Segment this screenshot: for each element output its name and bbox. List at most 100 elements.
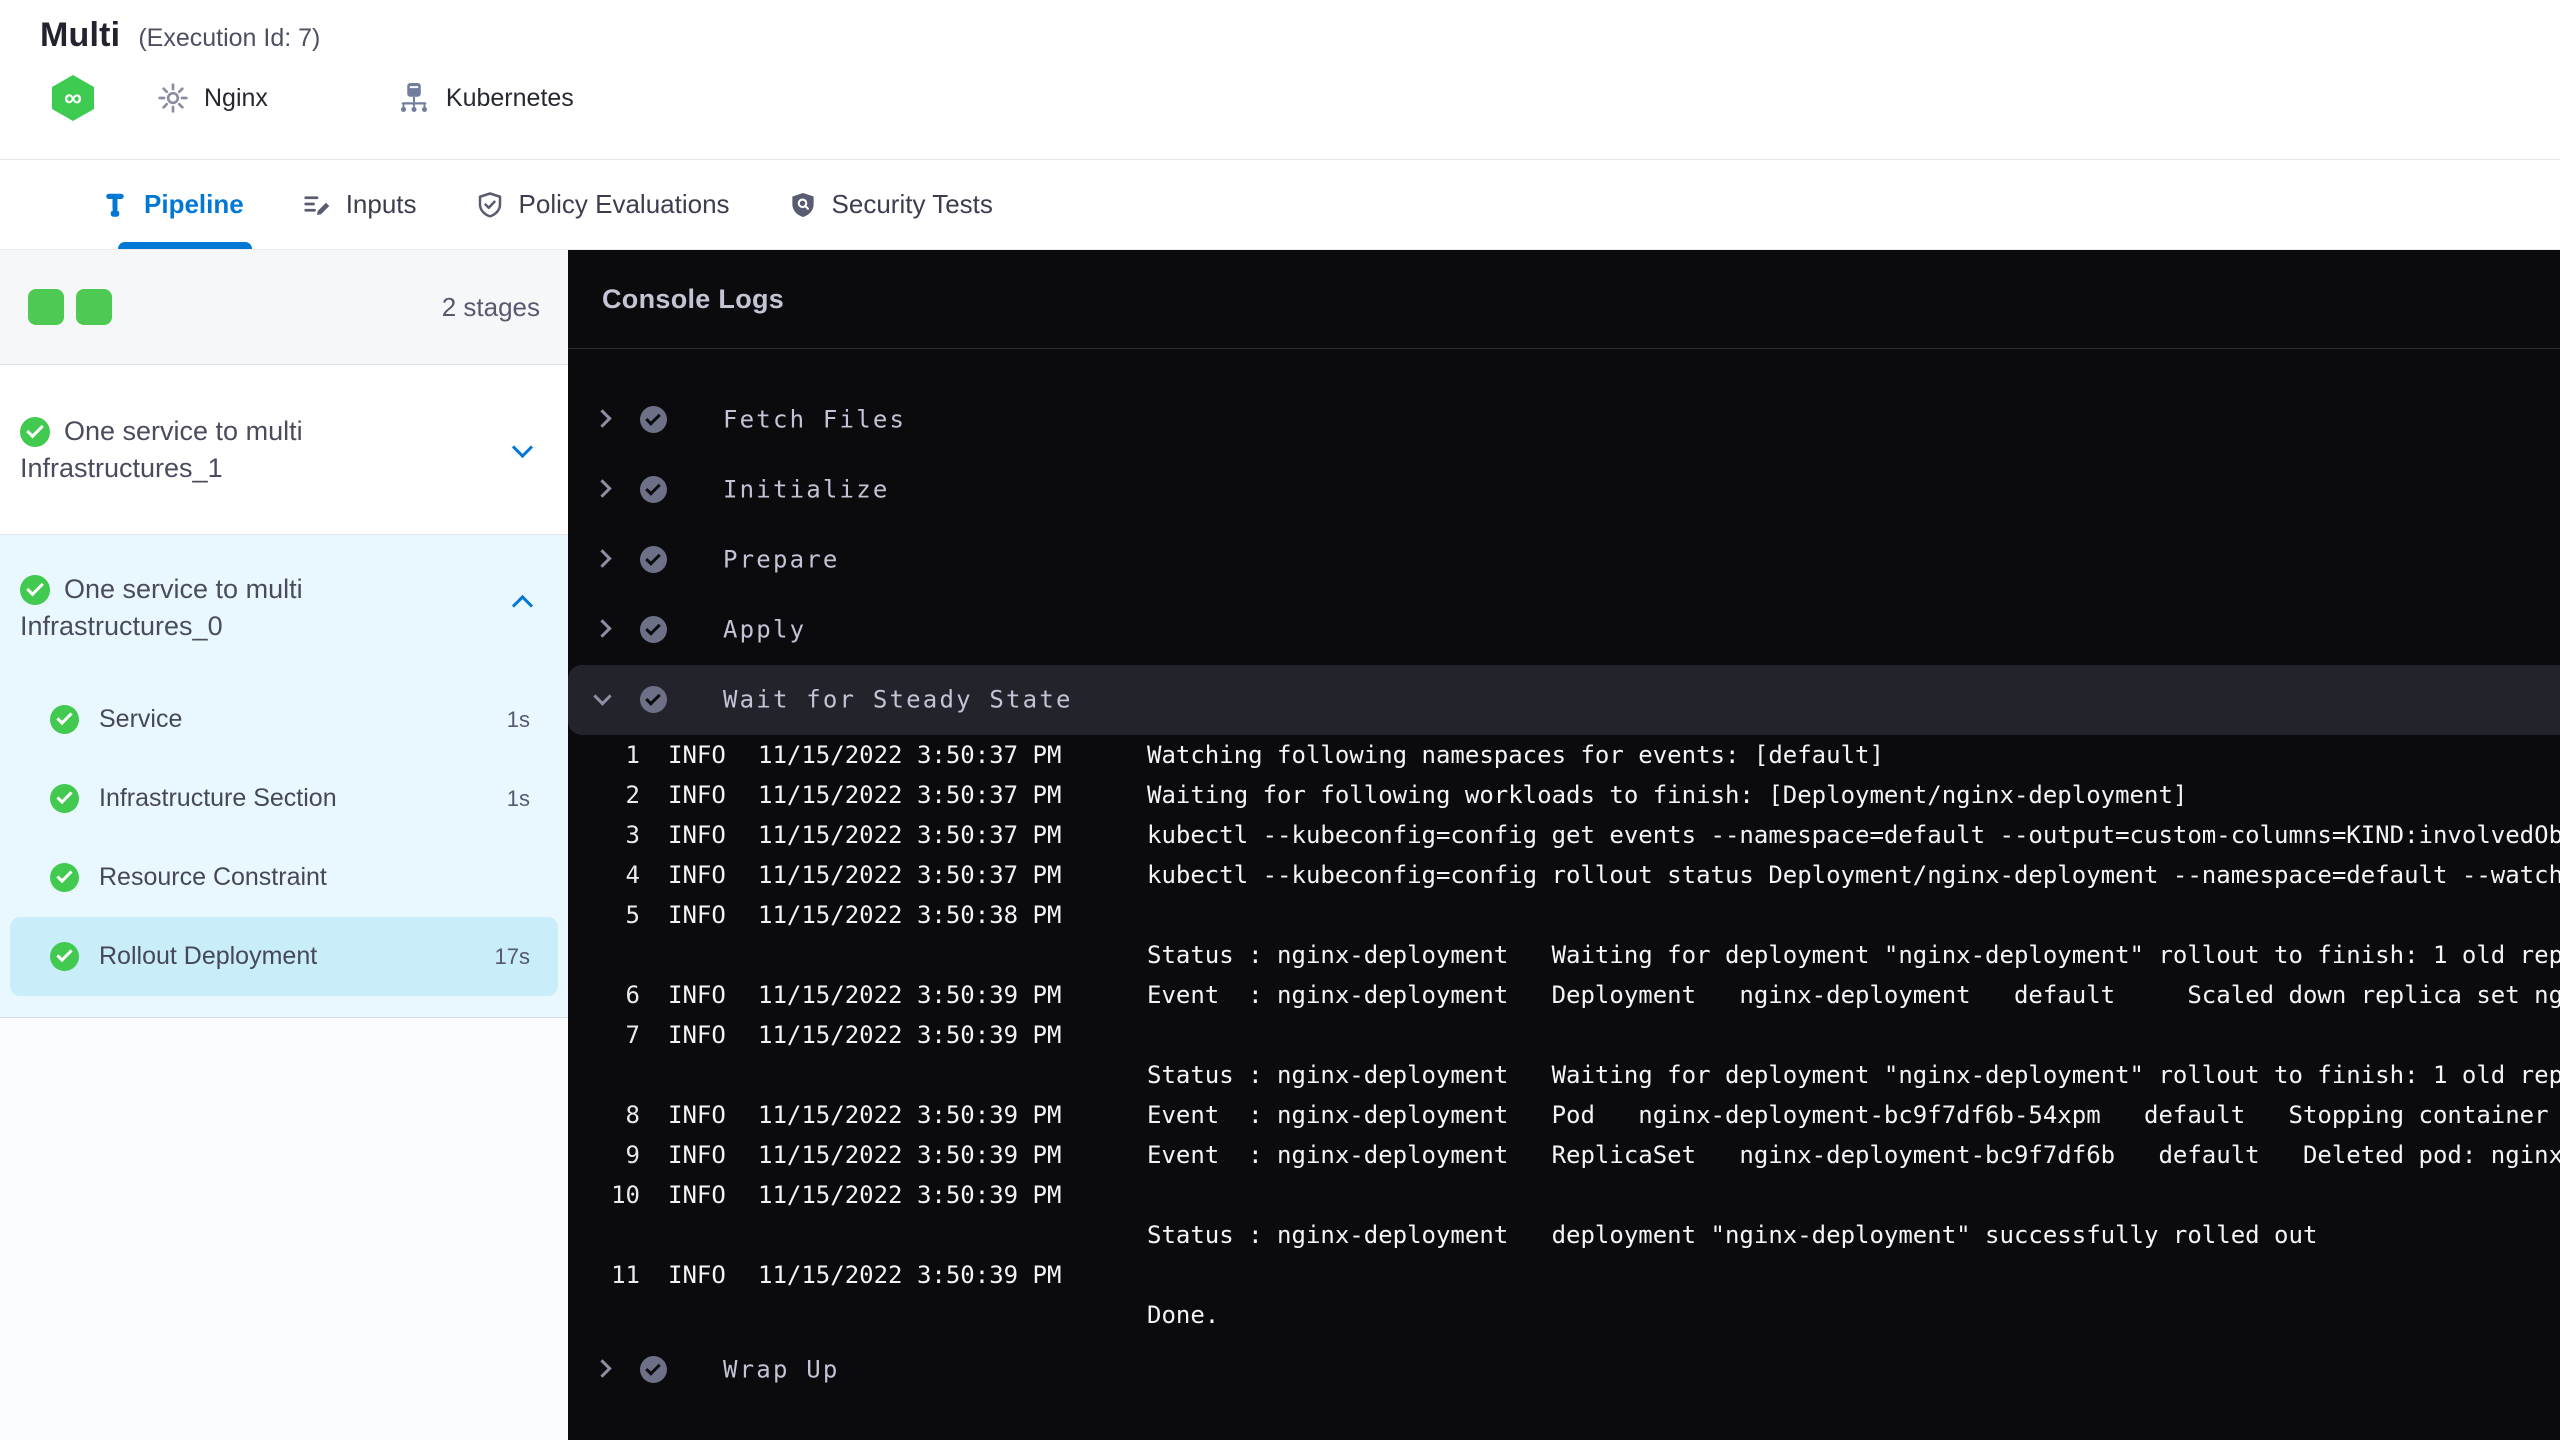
log-line-number: 10 xyxy=(611,1181,640,1209)
step-resource-constraint[interactable]: Resource Constraint xyxy=(10,838,558,917)
step-service[interactable]: Service 1s xyxy=(10,680,558,759)
stage-expand-toggle[interactable] xyxy=(511,436,534,460)
log-timestamp: 11/15/2022 3:50:39 PM xyxy=(758,981,1062,1009)
log-line-number: 2 xyxy=(625,781,640,809)
log-line: 8 INFO 11/15/2022 3:50:39 PM Event : nginx-… xyxy=(568,1095,2560,1135)
step-label: Infrastructure Section xyxy=(99,784,337,812)
step-duration: 1s xyxy=(506,785,530,811)
execution-header: Multi (Execution Id: 7) ∞ Nginx Kubernet… xyxy=(0,0,2560,160)
success-check-icon xyxy=(20,416,50,447)
log-message: Waiting for following workloads to finis… xyxy=(1147,781,2188,809)
console-step-title: Fetch Files xyxy=(723,405,907,434)
log-timestamp: 11/15/2022 3:50:39 PM xyxy=(758,1021,1062,1049)
stage-name: One service to multi Infrastructures_1 xyxy=(20,413,488,487)
console-step-initialize[interactable]: Initialize xyxy=(568,455,2560,525)
log-level: INFO xyxy=(668,1261,726,1289)
step-success-badge-icon xyxy=(640,616,667,643)
stage-name-text: One service to multi Infrastructures_1 xyxy=(20,415,303,483)
expanded-stage-section: One service to multi Infrastructures_0 S… xyxy=(0,535,568,1018)
log-level: INFO xyxy=(668,741,726,769)
log-message: Event : nginx-deployment Deployment ngin… xyxy=(1147,981,2560,1009)
step-duration: 1s xyxy=(506,706,530,732)
log-message: kubectl --kubeconfig=config rollout stat… xyxy=(1147,861,2560,889)
log-line: 10 INFO 11/15/2022 3:50:39 PM xyxy=(568,1175,2560,1215)
stage-success-square-icon xyxy=(28,289,64,325)
log-line-number: 1 xyxy=(625,741,640,769)
success-check-icon xyxy=(50,863,79,892)
tab-security-tests[interactable]: Security Tests xyxy=(788,160,993,249)
log-timestamp: 11/15/2022 3:50:37 PM xyxy=(758,741,1062,769)
stage-collapse-toggle[interactable] xyxy=(511,594,534,618)
tab-policy-evaluations[interactable]: Policy Evaluations xyxy=(475,160,730,249)
log-message: Watching following namespaces for events… xyxy=(1147,741,1884,769)
tab-inputs[interactable]: Inputs xyxy=(302,160,417,249)
step-label: Rollout Deployment xyxy=(99,942,318,970)
chevron-right-icon xyxy=(593,619,612,638)
chevron-up-icon xyxy=(511,594,534,616)
log-line: 1 INFO 11/15/2022 3:50:37 PM Watching follo… xyxy=(568,735,2560,775)
console-step-prepare[interactable]: Prepare xyxy=(568,525,2560,595)
inputs-icon xyxy=(302,190,332,220)
step-rollout-deployment[interactable]: Rollout Deployment 17s xyxy=(10,917,558,996)
console-step-title: Wrap Up xyxy=(723,1355,840,1384)
console-header: Console Logs xyxy=(568,250,2560,349)
chevron-down-icon xyxy=(593,687,612,706)
tab-inputs-label: Inputs xyxy=(345,189,417,219)
stage-success-square-icon xyxy=(76,289,112,325)
log-timestamp: 11/15/2022 3:50:38 PM xyxy=(758,901,1062,929)
stage-name-text: One service to multi Infrastructures_0 xyxy=(20,573,303,641)
stage-item-infrastructures-1[interactable]: One service to multi Infrastructures_1 xyxy=(0,365,568,535)
page-title: Multi xyxy=(40,16,121,54)
stage-item-infrastructures-0[interactable]: One service to multi Infrastructures_0 xyxy=(0,535,568,680)
console-step-title: Initialize xyxy=(723,475,890,504)
environment-name[interactable]: Kubernetes xyxy=(446,84,574,113)
stage-name: One service to multi Infrastructures_0 xyxy=(20,571,488,645)
log-timestamp: 11/15/2022 3:50:39 PM xyxy=(758,1181,1062,1209)
log-line-continuation: Done. xyxy=(568,1295,2560,1335)
infrastructure-icon xyxy=(396,80,432,116)
stages-sidebar: 2 stages One service to multi Infrastruc… xyxy=(0,250,568,1440)
log-level: INFO xyxy=(668,1021,726,1049)
log-line-continuation: Status : nginx-deployment Waiting for de… xyxy=(568,1055,2560,1095)
log-timestamp: 11/15/2022 3:50:37 PM xyxy=(758,781,1062,809)
step-success-badge-icon xyxy=(640,546,667,573)
log-message: Done. xyxy=(1147,1301,1220,1329)
tab-pipeline[interactable]: Pipeline xyxy=(100,160,252,249)
service-gear-icon xyxy=(156,81,190,115)
log-line: 5 INFO 11/15/2022 3:50:38 PM xyxy=(568,895,2560,935)
log-line-number: 9 xyxy=(625,1141,640,1169)
log-level: INFO xyxy=(668,781,726,809)
console-step-wait-for-steady-state[interactable]: Wait for Steady State xyxy=(568,665,2560,735)
shield-check-icon xyxy=(475,190,505,220)
console-panel: Console Logs Fetch Files Initialize Prep… xyxy=(568,250,2560,1440)
chevron-right-icon xyxy=(593,409,612,428)
log-line: 3 INFO 11/15/2022 3:50:37 PM kubectl --kube… xyxy=(568,815,2560,855)
step-list: Service 1s Infrastructure Section 1s Res… xyxy=(0,680,568,996)
log-level: INFO xyxy=(668,1101,726,1129)
tab-security-tests-label: Security Tests xyxy=(831,189,993,219)
log-message: Event : nginx-deployment Pod nginx-deplo… xyxy=(1147,1101,2549,1129)
pipeline-icon xyxy=(100,190,130,220)
console-step-wrap-up[interactable]: Wrap Up xyxy=(568,1335,2560,1405)
console-step-apply[interactable]: Apply xyxy=(568,595,2560,665)
execution-id: (Execution Id: 7) xyxy=(138,24,321,52)
service-name[interactable]: Nginx xyxy=(204,84,268,113)
log-message: Status : nginx-deployment deployment "ng… xyxy=(1147,1221,2318,1249)
log-message: kubectl --kubeconfig=config get events -… xyxy=(1147,821,2560,849)
console-step-title: Wait for Steady State xyxy=(723,685,1073,714)
log-line-number: 4 xyxy=(625,861,640,889)
console-step-fetch-files[interactable]: Fetch Files xyxy=(568,385,2560,455)
success-check-icon xyxy=(50,784,79,813)
execution-meta-row: ∞ Nginx Kubernetes xyxy=(52,75,2560,121)
step-infrastructure-section[interactable]: Infrastructure Section 1s xyxy=(10,759,558,838)
log-level: INFO xyxy=(668,1181,726,1209)
harness-cd-hexagon-icon: ∞ xyxy=(52,75,94,121)
log-line-number: 6 xyxy=(625,981,640,1009)
log-level: INFO xyxy=(668,1141,726,1169)
stage-count-label: 2 stages xyxy=(441,291,540,322)
log-line-number: 11 xyxy=(611,1261,640,1289)
tab-policy-evaluations-label: Policy Evaluations xyxy=(518,189,730,219)
console-body: Fetch Files Initialize Prepare Apply Wai… xyxy=(568,349,2560,1405)
title-row: Multi (Execution Id: 7) xyxy=(40,16,2560,55)
log-line-number: 7 xyxy=(625,1021,640,1049)
